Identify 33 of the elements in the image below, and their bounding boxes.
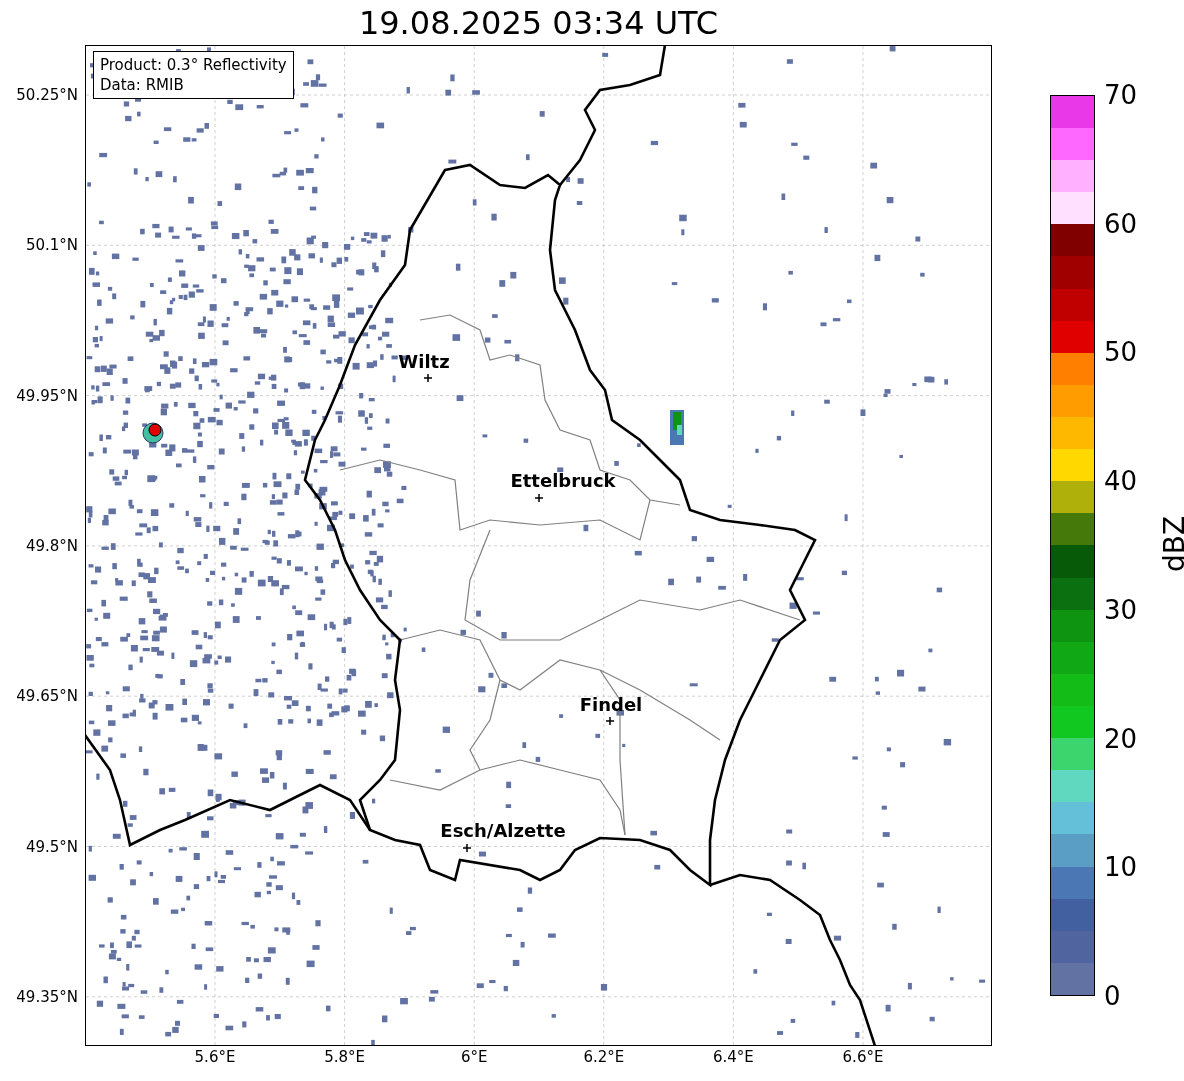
city-label: Findel (579, 696, 643, 714)
city-label: Ettelbruck (510, 472, 616, 490)
colorbar-tick-label: 40 (1104, 468, 1138, 495)
latitude-label: 49.65°N (16, 688, 78, 704)
city-marker-icon (424, 374, 432, 382)
colorbar-tick-label: 50 (1104, 339, 1138, 366)
legend-text: Product: 0.3° Reflectivity (100, 55, 287, 75)
latitude-label: 50.1°N (25, 237, 78, 253)
city-label: Wiltz (398, 353, 450, 371)
city-label: Esch/Alzette (440, 822, 566, 840)
latitude-label: 50.25°N (16, 87, 78, 103)
city-marker-icon (535, 494, 543, 502)
longitude-label: 6.6°E (842, 1050, 884, 1065)
latitude-label: 49.5°N (25, 839, 78, 854)
latitude-label: 49.95°N (16, 388, 78, 404)
latitude-label: 49.35°N (16, 989, 78, 1005)
longitude-label: 5.8°E (324, 1050, 365, 1065)
colorbar-tick-label: 60 (1104, 210, 1138, 237)
longitude-label: 5.6°E (194, 1050, 236, 1065)
legend-text: Data: RMIB (100, 75, 185, 95)
latitude-label: 49.8°N (25, 538, 78, 554)
city-marker-icon (463, 844, 471, 852)
colorbar-tick-label: 70 (1104, 82, 1138, 108)
colorbar-title: dBZ (1161, 515, 1184, 573)
city-marker-icon (606, 717, 614, 725)
colorbar-tick-label: 0 (1104, 983, 1121, 1009)
figure-title: 19.08.2025 03:34 UTC (358, 6, 719, 39)
longitude-label: 6°E (460, 1050, 488, 1065)
colorbar-tick-label: 20 (1104, 725, 1138, 752)
colorbar-tick-label: 30 (1104, 596, 1138, 623)
longitude-label: 6.4°E (712, 1050, 754, 1065)
longitude-label: 6.2°E (583, 1050, 625, 1065)
colorbar-tick-label: 10 (1104, 854, 1138, 881)
